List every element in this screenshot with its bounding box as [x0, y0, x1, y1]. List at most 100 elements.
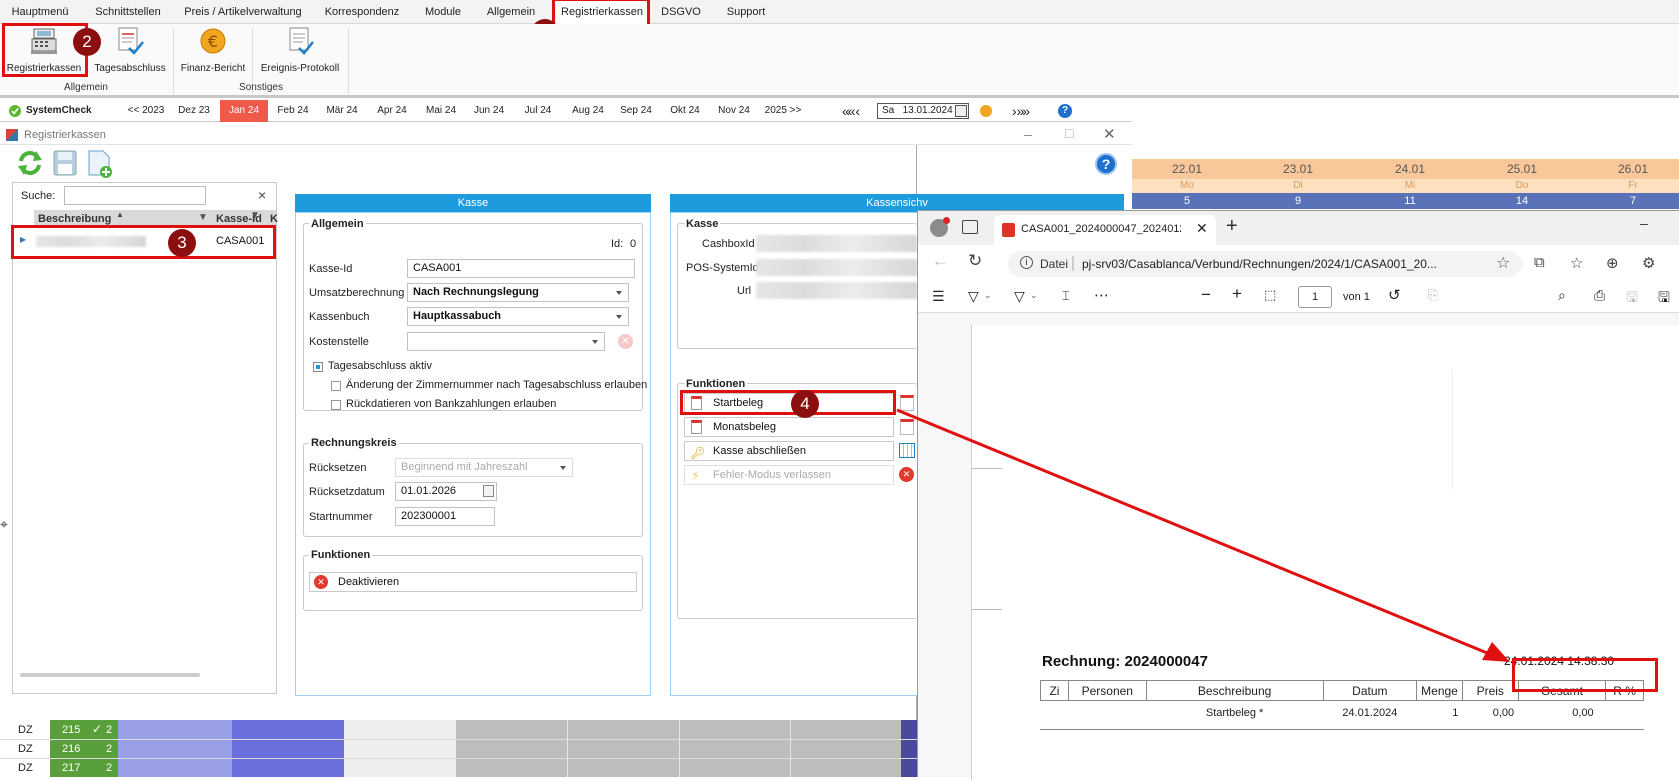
month-jun-24[interactable]: Jun 24 [466, 100, 512, 122]
save-icon[interactable] [52, 149, 78, 177]
address-bar[interactable]: i Datei pj-srv03/Casablanca/Verbund/Rech… [1008, 251, 1522, 277]
chevron-down-icon[interactable] [955, 105, 967, 117]
favorites-icon[interactable]: ☆ [1570, 254, 1583, 272]
ribbon-finanz-bericht-button[interactable]: € Finanz-Bericht [178, 26, 248, 78]
rueckdatieren-checkbox[interactable] [331, 400, 341, 410]
help-icon[interactable]: ? [1058, 104, 1072, 118]
filter-icon[interactable]: ▼ [250, 210, 260, 221]
month-aug-24[interactable]: Aug 24 [564, 100, 612, 122]
extensions-icon[interactable]: ⚙ [1642, 254, 1655, 272]
menu-allgemein[interactable]: Allgemein [478, 0, 544, 24]
month-nov-24[interactable]: Nov 24 [710, 100, 758, 122]
month-mai-24[interactable]: Mai 24 [418, 100, 464, 122]
rotate-icon[interactable]: ↺ [1388, 286, 1401, 304]
kassenbuch-select[interactable]: Hauptkassabuch [407, 307, 629, 326]
contents-list-icon[interactable]: ☰ [932, 288, 945, 305]
print-icon[interactable]: ⎙ [1594, 287, 1605, 304]
room-number[interactable]: 217 [62, 762, 80, 774]
document-icon[interactable] [900, 395, 914, 411]
monatsbeleg-button[interactable]: Monatsbeleg [684, 417, 894, 437]
search-input[interactable] [64, 186, 206, 205]
document-icon[interactable] [900, 419, 914, 435]
horizontal-scrollbar[interactable] [20, 673, 200, 677]
reload-icon[interactable]: ↻ [968, 251, 982, 271]
tagesabschluss-checkbox[interactable] [313, 362, 323, 372]
ribbon-ereignis-protokoll-button[interactable]: Ereignis-Protokoll [256, 26, 344, 78]
browser-tab[interactable]: CASA001_2024000047_20240124 ✕ [994, 215, 1216, 245]
pos-systemid-field-redacted[interactable] [756, 259, 917, 276]
sidebar-toggle-icon[interactable] [962, 220, 978, 234]
info-icon[interactable]: i [1020, 256, 1033, 269]
menu-hauptmenue[interactable]: Hauptmenü [0, 0, 80, 24]
filter-icon[interactable]: ▼ [198, 212, 208, 223]
split-screen-icon[interactable]: ⧉ [1534, 254, 1545, 271]
month-sep-24[interactable]: Sep 24 [612, 100, 660, 122]
highlight-tool-icon[interactable]: ▽ [968, 288, 979, 305]
chevron-down-icon[interactable]: ⌄ [1030, 290, 1038, 301]
calendar-icon[interactable] [483, 485, 494, 497]
ribbon-tagesabschluss-button[interactable]: Tagesabschluss [92, 26, 168, 78]
close-tab-icon[interactable]: ✕ [1196, 220, 1208, 237]
menu-support[interactable]: Support [716, 0, 776, 24]
month-maer-24[interactable]: Mär 24 [318, 100, 366, 122]
startnummer-field[interactable]: 202300001 [395, 507, 495, 526]
minimize-icon[interactable]: – [1640, 215, 1648, 231]
menu-korrespondenz[interactable]: Korrespondenz [314, 0, 410, 24]
nav-forward-arrows-icon[interactable]: › »» [996, 100, 1044, 122]
zimmernummer-checkbox[interactable] [331, 381, 341, 391]
menu-preis-artikelverwaltung[interactable]: Preis / Artikelverwaltung [176, 0, 310, 24]
month-okt-24[interactable]: Okt 24 [662, 100, 708, 122]
zoom-in-icon[interactable]: + [1232, 284, 1242, 304]
month-next-year[interactable]: 2025 >> [760, 100, 806, 122]
table-icon[interactable] [899, 443, 915, 458]
menu-schnittstellen[interactable]: Schnittstellen [84, 0, 172, 24]
nav-back-arrows-icon[interactable]: «« ‹ [824, 100, 876, 122]
clear-search-icon[interactable]: × [258, 187, 266, 203]
month-jul-24[interactable]: Jul 24 [514, 100, 562, 122]
draw-tool-icon[interactable]: ▽ [1014, 288, 1025, 305]
back-icon[interactable]: ← [932, 251, 949, 271]
room-number[interactable]: 216 [62, 743, 80, 755]
favorite-star-icon[interactable]: ☆ [1496, 253, 1510, 273]
profile-icon[interactable] [930, 217, 950, 237]
kasse-abschliessen-button[interactable]: 🔑︎ Kasse abschließen [684, 441, 894, 461]
room-number[interactable]: 215 [62, 724, 80, 736]
new-document-icon[interactable] [86, 149, 114, 179]
chevron-down-icon[interactable]: ⌄ [984, 290, 992, 301]
umsatzberechnung-select[interactable]: Nach Rechnungslegung [407, 283, 629, 302]
page-number-input[interactable]: 1 [1298, 286, 1332, 308]
refresh-icon[interactable] [16, 149, 44, 177]
url-field-redacted[interactable] [756, 282, 917, 299]
month-prev-year[interactable]: << 2023 [124, 100, 168, 122]
close-icon[interactable]: ✕ [1103, 125, 1116, 143]
month-jan-24[interactable]: Jan 24 [220, 100, 268, 122]
zoom-out-icon[interactable]: − [1201, 285, 1211, 305]
sun-icon[interactable] [980, 105, 992, 117]
ruecksetzdatum-field[interactable]: 01.01.2026 [395, 482, 497, 501]
kostenstelle-select[interactable] [407, 332, 605, 351]
minimize-icon[interactable]: – [1024, 126, 1032, 142]
fit-page-icon[interactable]: ⬚ [1264, 287, 1276, 303]
deaktivieren-button[interactable]: ✕ Deaktivieren [309, 572, 637, 592]
month-apr-24[interactable]: Apr 24 [368, 100, 416, 122]
booking-bar[interactable] [232, 720, 344, 777]
save-as-icon[interactable]: 🖫︎ [1658, 287, 1670, 311]
maximize-icon[interactable]: ☐ [1064, 127, 1075, 141]
text-tool-icon[interactable]: ⌶ [1062, 288, 1070, 304]
kasse-id-field[interactable]: CASA001 [407, 259, 635, 278]
menu-module[interactable]: Module [414, 0, 472, 24]
cancel-icon[interactable]: ✕ [899, 467, 914, 482]
new-tab-icon[interactable]: + [1226, 215, 1238, 238]
systemcheck-label[interactable]: SystemCheck [26, 100, 116, 122]
month-dez-23[interactable]: Dez 23 [172, 100, 216, 122]
cashboxid-field-redacted[interactable] [756, 235, 917, 252]
column-header-beschreibung[interactable]: Beschreibung [38, 213, 111, 225]
menu-dsgvo[interactable]: DSGVO [656, 0, 706, 24]
booking-bar[interactable] [118, 720, 232, 777]
clear-kostenstelle-icon[interactable]: ✕ [618, 334, 633, 349]
date-picker[interactable]: Sa 13.01.2024 [877, 103, 969, 119]
search-icon[interactable]: ⌕ [1558, 287, 1566, 304]
month-feb-24[interactable]: Feb 24 [270, 100, 316, 122]
collections-icon[interactable]: ⊕ [1606, 254, 1619, 272]
help-icon[interactable]: ? [1095, 153, 1117, 175]
